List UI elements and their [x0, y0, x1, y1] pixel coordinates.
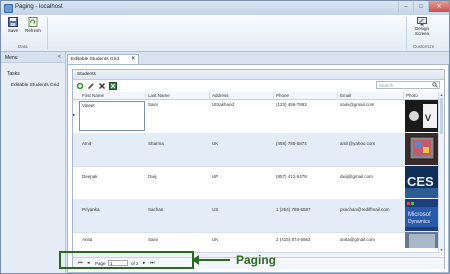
refresh-icon: [28, 17, 38, 27]
ribbon-separator: [406, 17, 407, 49]
last-name-cell: Saini: [148, 102, 159, 107]
column-header-photo[interactable]: Photo: [406, 93, 418, 98]
table-row[interactable]: ▸ Vineet Saini Uttrakhand (123) 456-7893…: [73, 100, 440, 134]
annotation-arrow: [195, 259, 230, 261]
screen-content: Students Search First Name Last Name Add…: [67, 64, 449, 273]
main-area: Editable Students Grid × Students Search…: [66, 52, 449, 273]
svg-text:Dynamics: Dynamics: [408, 219, 430, 225]
phone-cell: 2 (415) 874-5963: [276, 237, 311, 242]
delete-icon[interactable]: [98, 82, 106, 90]
grid-rows: ▸ Vineet Saini Uttrakhand (123) 456-7893…: [73, 100, 440, 248]
address-cell: US: [212, 207, 219, 212]
refresh-button[interactable]: Refresh: [24, 16, 42, 40]
customize-group-label: Customize: [413, 44, 435, 49]
collapse-menu-icon[interactable]: <: [58, 54, 61, 60]
minimize-button[interactable]: –: [398, 1, 413, 12]
column-header-phone[interactable]: Phone: [276, 93, 289, 98]
search-input[interactable]: Search: [376, 81, 440, 89]
address-cell: UP: [212, 174, 219, 179]
svg-text:v: v: [425, 110, 431, 124]
nav-category-tasks: Tasks: [7, 71, 20, 77]
design-screen-icon: [417, 17, 427, 26]
last-name-cell: Sharma: [148, 141, 164, 146]
phone-cell: (123) 456-7893: [276, 102, 307, 107]
column-header-first-name[interactable]: First Name: [82, 93, 104, 98]
email-cell: psachan@rediffmail.com: [340, 207, 390, 212]
table-row[interactable]: Anita Saini UK 2 (415) 874-5963 anita@gm…: [73, 232, 440, 248]
ipad-image: [405, 133, 439, 165]
save-button[interactable]: Save: [4, 16, 22, 40]
table-row[interactable]: Amit Sharma UK (458) 785-5874 amit@yahoo…: [73, 133, 440, 167]
search-icon: [432, 82, 438, 88]
first-name-edit-box[interactable]: Vineet: [79, 101, 145, 131]
title-bar: Paging - localhost – □ ✕: [1, 1, 449, 15]
address-cell: Uttrakhand: [212, 102, 235, 107]
export-excel-icon[interactable]: [109, 82, 117, 90]
first-name-cell: Amit: [82, 141, 91, 146]
svg-text:CES: CES: [407, 174, 434, 189]
email-cell: dwij@gmail.com: [340, 174, 373, 179]
first-name-cell: Priyanka: [82, 207, 100, 212]
apple-tv-image: v: [405, 100, 439, 132]
column-header-last-name[interactable]: Last Name: [148, 93, 170, 98]
email-cell: anita@gmail.com: [340, 237, 375, 242]
last-name-cell: Saini: [148, 237, 159, 242]
email-cell: amit@yahoo.com: [340, 141, 376, 146]
tab-editable-students-grid[interactable]: Editable Students Grid ×: [67, 54, 139, 64]
navigation-menu: Menu < Tasks Editable Students Grid: [1, 52, 66, 273]
table-row[interactable]: Priyanka Sachan US 1 (254) 789-6587 psac…: [73, 199, 440, 233]
design-screen-button[interactable]: Design Screen: [411, 16, 433, 40]
phone-cell: (857) 412-5478: [276, 174, 307, 179]
grid-title: Students: [73, 70, 444, 80]
add-icon[interactable]: [76, 82, 84, 90]
microsoft-dynamics-image: Microsof Dynamics: [405, 199, 439, 231]
data-group-label: Data: [18, 44, 28, 49]
vertical-scrollbar[interactable]: ▴ ▾: [438, 92, 444, 252]
ces-image: CES: [405, 166, 439, 198]
ribbon-separator: [47, 17, 48, 49]
menu-header-label: Menu: [5, 55, 18, 61]
maximize-button[interactable]: □: [413, 1, 428, 12]
table-row[interactable]: Deepak Dwij UP (857) 412-5478 dwij@gmail…: [73, 166, 440, 200]
app-window: Paging - localhost – □ ✕ Save Refresh Da…: [0, 0, 450, 274]
ribbon: Save Refresh Data Design Screen Customiz…: [1, 15, 449, 52]
first-name-cell: Deepak: [82, 174, 98, 179]
first-name-cell: Anita: [82, 237, 93, 242]
edit-icon[interactable]: [87, 82, 95, 90]
grid-header-row: First Name Last Name Address Phone Email…: [73, 92, 440, 100]
close-tab-icon[interactable]: ×: [131, 56, 135, 62]
app-icon: [4, 4, 13, 13]
svg-text:Microsof: Microsof: [408, 212, 431, 218]
menu-header: Menu <: [1, 52, 65, 63]
column-header-email[interactable]: Email: [340, 93, 351, 98]
address-cell: UK: [212, 141, 219, 146]
column-header-address[interactable]: Address: [212, 93, 229, 98]
nav-item-editable-students-grid[interactable]: Editable Students Grid: [11, 83, 65, 88]
tab-label: Editable Students Grid: [71, 57, 119, 62]
phone-cell: 1 (254) 789-6587: [276, 207, 311, 212]
paging-highlight-box: [59, 251, 194, 269]
email-cell: saini@gmail.com: [340, 102, 375, 107]
paging-annotation-label: Paging: [236, 253, 277, 267]
current-row-indicator: ▸: [73, 112, 76, 117]
last-name-cell: Sachan: [148, 207, 164, 212]
save-icon: [8, 17, 18, 27]
phone-cell: (458) 785-5874: [276, 141, 307, 146]
photo-image: [405, 232, 439, 248]
scroll-up-icon[interactable]: ▴: [439, 92, 444, 97]
window-title: Paging - localhost: [15, 4, 63, 10]
scroll-thumb[interactable]: [440, 98, 443, 134]
last-name-cell: Dwij: [148, 174, 157, 179]
students-grid: Students Search First Name Last Name Add…: [72, 69, 445, 269]
address-cell: UK: [212, 237, 219, 242]
close-button[interactable]: ✕: [428, 1, 449, 12]
